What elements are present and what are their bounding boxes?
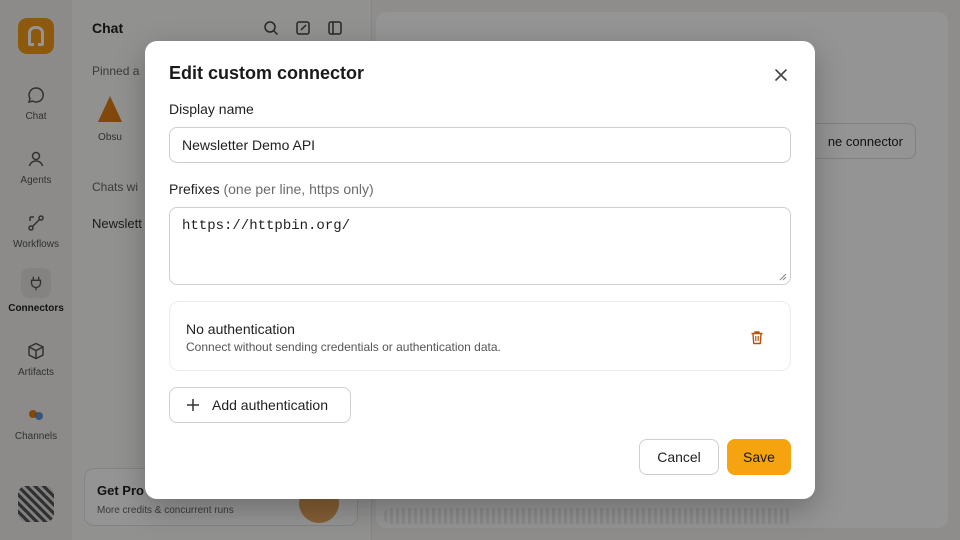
auth-method-description: Connect without sending credentials or a… (186, 340, 501, 354)
dialog-title: Edit custom connector (169, 63, 365, 83)
add-authentication-label: Add authentication (212, 397, 328, 413)
add-authentication-button[interactable]: Add authentication (169, 387, 351, 423)
resize-handle-icon[interactable] (777, 271, 787, 281)
display-name-input[interactable] (169, 127, 791, 163)
cancel-button[interactable]: Cancel (639, 439, 719, 475)
trash-icon[interactable] (746, 326, 768, 348)
auth-method-card: No authentication Connect without sendin… (169, 301, 791, 371)
prefixes-label: Prefixes (one per line, https only) (169, 181, 374, 197)
edit-connector-dialog: Edit custom connector Display name Prefi… (145, 41, 815, 499)
plus-icon (186, 398, 200, 412)
close-icon[interactable] (769, 63, 793, 87)
prefixes-label-text: Prefixes (169, 181, 220, 197)
prefixes-hint: (one per line, https only) (223, 181, 374, 197)
auth-method-title: No authentication (186, 321, 295, 337)
prefixes-textarea[interactable]: https://httpbin.org/ (169, 207, 791, 285)
save-button[interactable]: Save (727, 439, 791, 475)
display-name-label: Display name (169, 101, 254, 117)
